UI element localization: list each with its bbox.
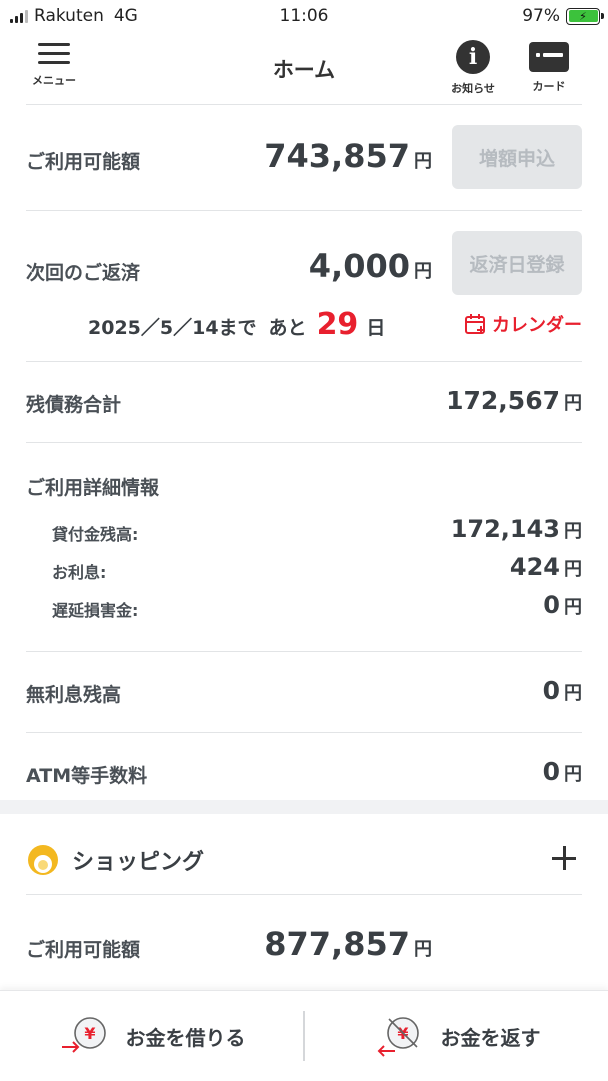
late-fee-value: 0 bbox=[543, 591, 560, 619]
status-right: 97% ⚡ bbox=[522, 6, 604, 26]
due-date-line: 2025／5／14まで あと 29 日 bbox=[88, 307, 385, 342]
section-separator bbox=[0, 800, 608, 814]
card-icon bbox=[529, 42, 569, 72]
cashing-section: ご利用可能額 743,857 円 増額申込 次回のご返済 4,000 円 返済日登録… bbox=[26, 104, 582, 809]
interest-amount: 424 円 bbox=[510, 553, 582, 581]
late-fee-row: 遅延損害金: 0円 bbox=[52, 591, 582, 627]
total-debt-amount: 172,567 円 bbox=[446, 386, 582, 415]
late-fee-label: 遅延損害金: bbox=[52, 601, 139, 620]
yen-unit: 円 bbox=[564, 521, 582, 542]
repay-money-button[interactable]: ¥ お金を返す bbox=[305, 991, 608, 1081]
calendar-link[interactable]: カレンダー bbox=[464, 311, 582, 337]
usage-detail-label: ご利用詳細情報 bbox=[26, 477, 160, 499]
repayment-value: 4,000 bbox=[308, 247, 410, 285]
battery-percent: 97% bbox=[522, 6, 560, 26]
increase-limit-button[interactable]: 増額申込 bbox=[452, 125, 582, 189]
loan-balance-amount: 172,143 円 bbox=[451, 515, 582, 543]
repayment-label: 次回のご返済 bbox=[26, 262, 141, 284]
atm-fee-amount: 0円 bbox=[543, 757, 582, 786]
yen-unit: 円 bbox=[564, 683, 582, 704]
total-debt-value: 172,567 bbox=[446, 386, 560, 415]
days-unit: 日 bbox=[366, 317, 386, 339]
bottom-action-bar: ¥ お金を借りる ¥ お金を返す bbox=[0, 990, 608, 1081]
calendar-link-label: カレンダー bbox=[492, 315, 582, 336]
loan-balance-value: 172,143 bbox=[450, 515, 560, 543]
menu-button[interactable]: メニュー bbox=[22, 42, 86, 88]
shopping-section: ショッピング ご利用可能額 877,857 円 bbox=[26, 814, 582, 990]
borrow-yen-icon: ¥ bbox=[61, 1016, 106, 1053]
loan-balance-label: 貸付金残高: bbox=[52, 525, 139, 544]
notice-label: お知らせ bbox=[451, 82, 495, 95]
no-interest-value: 0 bbox=[542, 676, 560, 705]
late-fee-amount: 0円 bbox=[543, 591, 582, 619]
yen-unit: 円 bbox=[414, 151, 432, 172]
shopping-title: ショッピング bbox=[72, 850, 205, 875]
total-debt-label: 残債務合計 bbox=[26, 394, 122, 416]
shopping-available-row: ご利用可能額 877,857 円 bbox=[26, 895, 582, 990]
interest-label: お利息: bbox=[52, 563, 107, 582]
available-value: 743,857 bbox=[264, 137, 410, 175]
available-amount-row: ご利用可能額 743,857 円 増額申込 bbox=[26, 105, 582, 210]
svg-text:¥: ¥ bbox=[84, 1024, 95, 1043]
available-label: ご利用可能額 bbox=[26, 151, 141, 173]
shopping-header[interactable]: ショッピング bbox=[26, 814, 582, 894]
available-amount: 743,857 円 bbox=[264, 137, 432, 175]
app-header: メニュー ホーム i お知らせ カード bbox=[0, 34, 608, 104]
remaining-days: 29 bbox=[316, 307, 359, 342]
remaining-prefix: あと bbox=[268, 317, 307, 339]
status-time: 11:06 bbox=[279, 6, 329, 26]
borrow-money-label: お金を借りる bbox=[125, 1026, 246, 1050]
no-interest-amount: 0円 bbox=[543, 676, 582, 705]
total-debt-row: 残債務合計 172,567 円 bbox=[26, 362, 582, 442]
hamburger-icon bbox=[38, 42, 70, 66]
repay-money-label: お金を返す bbox=[440, 1026, 541, 1050]
yen-unit: 円 bbox=[564, 597, 582, 618]
calendar-icon bbox=[465, 314, 485, 334]
repayment-amount: 4,000 円 bbox=[309, 247, 432, 285]
notice-button[interactable]: i お知らせ bbox=[442, 40, 504, 96]
loan-balance-row: 貸付金残高: 172,143 円 bbox=[52, 515, 582, 551]
shopping-available-amount: 877,857 円 bbox=[264, 925, 432, 963]
no-interest-balance-row: 無利息残高 0円 bbox=[26, 652, 582, 732]
yen-unit: 円 bbox=[414, 261, 432, 282]
page-title: ホーム bbox=[272, 58, 336, 82]
interest-value: 424 bbox=[509, 553, 560, 581]
atm-fee-value: 0 bbox=[542, 757, 560, 786]
yen-unit: 円 bbox=[414, 939, 432, 960]
yen-unit: 円 bbox=[564, 764, 582, 785]
borrow-money-button[interactable]: ¥ お金を借りる bbox=[0, 991, 303, 1081]
no-interest-label: 無利息残高 bbox=[26, 684, 122, 706]
due-date: 2025／5／14まで bbox=[88, 317, 257, 339]
plus-icon[interactable] bbox=[552, 846, 576, 870]
yen-unit: 円 bbox=[564, 559, 582, 580]
battery-icon: ⚡ bbox=[566, 7, 604, 25]
info-icon: i bbox=[456, 40, 490, 74]
next-repayment-row: 次回のご返済 4,000 円 返済日登録 2025／5／14まで あと 29 日 … bbox=[26, 211, 582, 361]
atm-fee-label: ATM等手数料 bbox=[26, 765, 148, 787]
card-label: カード bbox=[532, 80, 566, 93]
shopping-icon bbox=[28, 845, 58, 875]
repay-yen-icon: ¥ bbox=[377, 1016, 419, 1057]
usage-detail-section: ご利用詳細情報 貸付金残高: 172,143 円 お利息: 424 円 遅延損害金:… bbox=[26, 443, 582, 651]
yen-unit: 円 bbox=[564, 393, 582, 414]
atm-fee-row: ATM等手数料 0円 bbox=[26, 733, 582, 809]
menu-label: メニュー bbox=[32, 74, 76, 87]
register-repayment-date-button[interactable]: 返済日登録 bbox=[452, 231, 582, 295]
shopping-available-value: 877,857 bbox=[264, 925, 410, 963]
status-bar: Rakuten 4G 11:06 97% ⚡ bbox=[0, 0, 608, 34]
card-button[interactable]: カード bbox=[520, 40, 578, 94]
interest-row: お利息: 424 円 bbox=[52, 553, 582, 589]
shopping-available-label: ご利用可能額 bbox=[26, 939, 141, 961]
